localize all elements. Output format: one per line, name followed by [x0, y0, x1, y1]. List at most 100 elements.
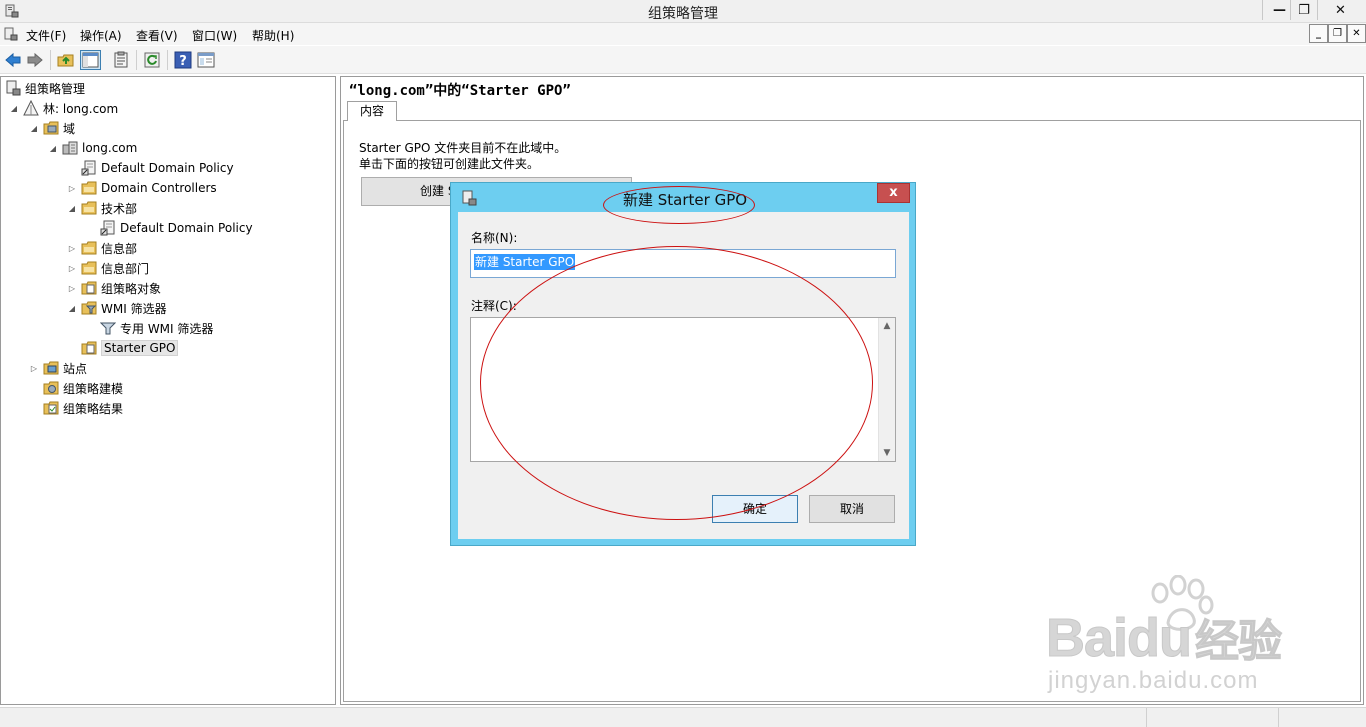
- pane-title: “long.com”中的“Starter GPO”: [349, 83, 571, 99]
- help-icon[interactable]: ?: [174, 51, 192, 69]
- close-icon: x: [889, 185, 898, 200]
- info-line-2: 单击下面的按钮可创建此文件夹。: [359, 157, 540, 171]
- mdi-restore-button[interactable]: ❐: [1328, 24, 1347, 43]
- close-button[interactable]: ✕: [1318, 0, 1363, 20]
- name-input-value: 新建 Starter GPO: [474, 254, 576, 270]
- svg-text:?: ?: [179, 54, 187, 69]
- expand-arrow-icon[interactable]: ▷: [67, 244, 77, 253]
- restore-icon: ❐: [1298, 2, 1310, 18]
- dialog-app-icon: [462, 190, 477, 206]
- tree-item-sites[interactable]: ▷ 站点: [29, 358, 87, 378]
- expand-arrow-icon[interactable]: ▷: [67, 284, 77, 293]
- info-line-1: Starter GPO 文件夹目前不在此域中。: [359, 141, 567, 155]
- filter-icon: [100, 322, 116, 335]
- menu-help[interactable]: 帮助(H): [252, 27, 294, 44]
- ok-button[interactable]: 确定: [712, 495, 798, 523]
- minimize-icon: —: [1273, 2, 1286, 18]
- domain-icon: [62, 141, 78, 155]
- tree-item-modeling[interactable]: 组策略建模: [43, 378, 123, 398]
- ou-folder-icon: [81, 241, 97, 255]
- comment-textarea[interactable]: ▲ ▼: [470, 317, 896, 462]
- properties-icon[interactable]: [112, 51, 130, 69]
- tree-item-forest[interactable]: ◢ 林: long.com: [9, 98, 118, 118]
- mdi-minimize-button[interactable]: _: [1309, 24, 1328, 43]
- restore-button[interactable]: ❐: [1290, 0, 1318, 20]
- window-title: 组策略管理: [648, 6, 718, 22]
- back-arrow-icon[interactable]: [4, 51, 22, 69]
- tree-item-root[interactable]: 组策略管理: [5, 78, 85, 98]
- starter-gpo-folder-icon: [81, 341, 97, 355]
- expand-arrow-icon[interactable]: ▷: [67, 184, 77, 193]
- new-starter-gpo-dialog: 新建 Starter GPO x 名称(N): 新建 Starter GPO 注…: [450, 182, 916, 546]
- tab-contents[interactable]: 内容: [347, 101, 397, 121]
- dialog-close-button[interactable]: x: [877, 183, 910, 203]
- document-icon[interactable]: [4, 27, 18, 41]
- collapse-arrow-icon[interactable]: ◢: [67, 304, 77, 313]
- ou-folder-icon: [81, 181, 97, 195]
- tree-item-gpo-objects[interactable]: ▷ 组策略对象: [67, 278, 161, 298]
- expand-arrow-icon[interactable]: ▷: [67, 264, 77, 273]
- close-icon: ✕: [1335, 2, 1346, 18]
- forest-icon: [23, 100, 39, 116]
- tree-item-info-dept[interactable]: ▷ 信息部: [67, 238, 137, 258]
- status-segment: [1278, 708, 1366, 727]
- modeling-icon: [43, 381, 59, 395]
- tree-item-domain[interactable]: ◢ long.com: [48, 138, 137, 158]
- tree-item-tech-dept[interactable]: ◢ 技术部: [67, 198, 137, 218]
- status-segment: [1146, 708, 1278, 727]
- tree-item-results[interactable]: 组策略结果: [43, 398, 123, 418]
- tree-item-info-dept2[interactable]: ▷ 信息部门: [67, 258, 149, 278]
- console-tree-pane: 组策略管理 ◢ 林: long.com ◢ 域 ◢ long.com Defau…: [0, 76, 336, 705]
- tree-item-wmi-filters[interactable]: ◢ WMI 筛选器: [67, 298, 167, 318]
- menu-action[interactable]: 操作(A): [80, 27, 122, 44]
- wmi-folder-icon: [81, 301, 97, 315]
- console-icon[interactable]: [197, 51, 215, 69]
- watermark-brand: Baidu经验: [1045, 608, 1282, 669]
- domains-folder-icon: [43, 121, 59, 135]
- scroll-down-icon[interactable]: ▼: [879, 445, 895, 461]
- expand-arrow-icon[interactable]: ▷: [29, 364, 39, 373]
- refresh-icon[interactable]: [143, 51, 161, 69]
- results-icon: [43, 401, 59, 415]
- toolbar-separator: [50, 50, 51, 70]
- toolbar: ?: [0, 46, 1366, 74]
- gpo-link-icon: [81, 160, 96, 176]
- title-bar: 组策略管理 — ❐ ✕: [0, 0, 1366, 23]
- baidu-watermark: Baidu经验 jingyan.baidu.com: [1030, 575, 1330, 705]
- tree-item-domains[interactable]: ◢ 域: [29, 118, 75, 138]
- up-folder-icon[interactable]: [57, 51, 75, 69]
- dialog-title: 新建 Starter GPO: [623, 191, 748, 209]
- sites-folder-icon: [43, 361, 59, 375]
- tree-item-tech-default-policy[interactable]: Default Domain Policy: [100, 218, 253, 238]
- menu-file[interactable]: 文件(F): [26, 27, 66, 44]
- menu-bar: 文件(F) 操作(A) 查看(V) 窗口(W) 帮助(H): [0, 23, 1366, 45]
- tree-item-starter-gpo[interactable]: Starter GPO: [81, 338, 179, 358]
- name-input[interactable]: 新建 Starter GPO: [470, 249, 896, 278]
- scroll-up-icon[interactable]: ▲: [879, 318, 895, 334]
- menu-window[interactable]: 窗口(W): [192, 27, 237, 44]
- dialog-body: 名称(N): 新建 Starter GPO 注释(C): ▲ ▼ 确定 取消: [458, 212, 909, 539]
- tree-item-domain-controllers[interactable]: ▷ Domain Controllers: [67, 178, 217, 198]
- comment-scrollbar[interactable]: ▲ ▼: [878, 318, 895, 461]
- menu-view[interactable]: 查看(V): [136, 27, 178, 44]
- toolbar-separator: [167, 50, 168, 70]
- gpmc-icon: [6, 80, 21, 96]
- gpo-link-icon: [100, 220, 115, 236]
- show-hide-tree-icon[interactable]: [80, 50, 101, 70]
- collapse-arrow-icon[interactable]: ◢: [48, 144, 58, 153]
- gpo-folder-icon: [81, 281, 97, 295]
- comment-label: 注释(C):: [471, 299, 517, 313]
- name-label: 名称(N):: [471, 231, 518, 245]
- collapse-arrow-icon[interactable]: ◢: [67, 204, 77, 213]
- tree-item-default-policy[interactable]: Default Domain Policy: [81, 158, 234, 178]
- status-bar: [0, 707, 1366, 727]
- forward-arrow-icon[interactable]: [26, 51, 44, 69]
- cancel-button[interactable]: 取消: [809, 495, 895, 523]
- toolbar-separator: [136, 50, 137, 70]
- ou-folder-icon: [81, 201, 97, 215]
- tree-item-wmi-dedicated[interactable]: 专用 WMI 筛选器: [100, 318, 213, 338]
- collapse-arrow-icon[interactable]: ◢: [29, 124, 39, 133]
- mdi-window-controls: _ ❐ ✕: [1309, 24, 1366, 44]
- collapse-arrow-icon[interactable]: ◢: [9, 104, 19, 113]
- mdi-close-button[interactable]: ✕: [1347, 24, 1366, 43]
